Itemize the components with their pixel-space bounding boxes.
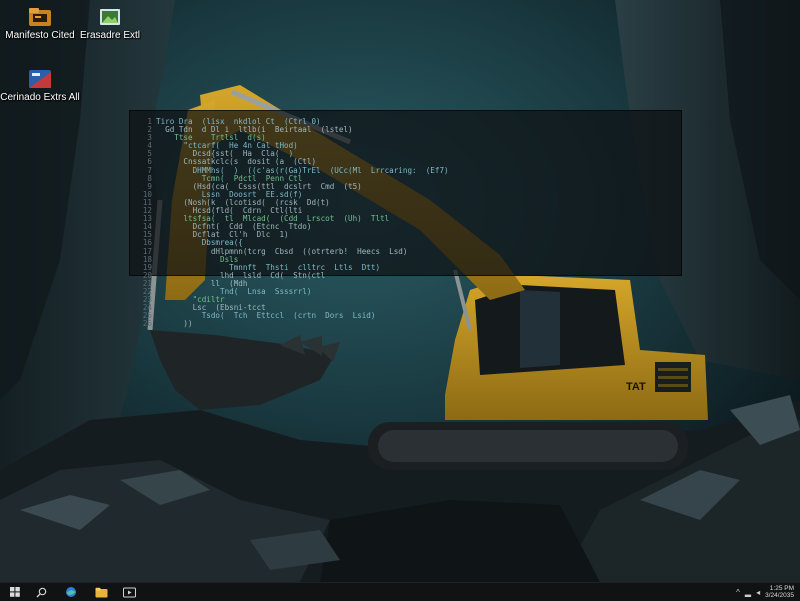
volume-icon[interactable]: ◂ <box>756 588 760 597</box>
image-viewer-icon <box>100 9 120 25</box>
media-icon <box>122 587 136 597</box>
desktop-icon-cerinado[interactable]: Cerinado Extrs All <box>0 68 82 103</box>
taskbar: ^ ▂ ◂ 1:25 PM 3/24/2035 <box>0 582 800 601</box>
file-explorer-button[interactable] <box>90 583 112 601</box>
browser-icon <box>66 587 76 597</box>
line-number: 26 <box>142 319 152 329</box>
code-text-area[interactable]: 1 Tiro Dra (lisx nkdlol Ct (Ctrl 0) 2 Gd T… <box>130 118 650 333</box>
tray-chevron-icon[interactable]: ^ <box>736 588 740 597</box>
desktop-icon-erasadre[interactable]: Erasadre Extl <box>68 6 152 41</box>
clock[interactable]: 1:25 PM 3/24/2035 <box>765 585 794 599</box>
media-button[interactable] <box>118 583 140 601</box>
search-icon <box>36 587 46 597</box>
system-tray: ^ ▂ ◂ 1:25 PM 3/24/2035 <box>736 583 794 601</box>
desktop-icon-label: Cerinado Extrs All <box>0 92 80 103</box>
svg-text:TAT: TAT <box>626 381 646 393</box>
edge-button[interactable] <box>60 583 82 601</box>
folder-app-icon <box>29 8 51 26</box>
folder-icon <box>95 587 107 597</box>
network-icon[interactable]: ▂ <box>745 588 751 597</box>
media-player-icon <box>29 70 51 88</box>
code-line: 25 Tsdo( Tch Ettccl (crtn Dors Lsid) <box>130 312 650 320</box>
code-line: 26 )) <box>130 320 650 328</box>
code-text: )) <box>156 319 193 329</box>
search-button[interactable] <box>30 583 52 601</box>
start-button[interactable] <box>4 583 26 601</box>
clock-time: 1:25 PM <box>769 585 794 592</box>
desktop: TAT Manifesto Cited Erasadre Extl Cerina… <box>0 0 800 582</box>
clock-date: 3/24/2035 <box>765 592 794 599</box>
desktop-icon-label: Erasadre Extl <box>79 30 141 41</box>
windows-logo-icon <box>10 587 20 597</box>
